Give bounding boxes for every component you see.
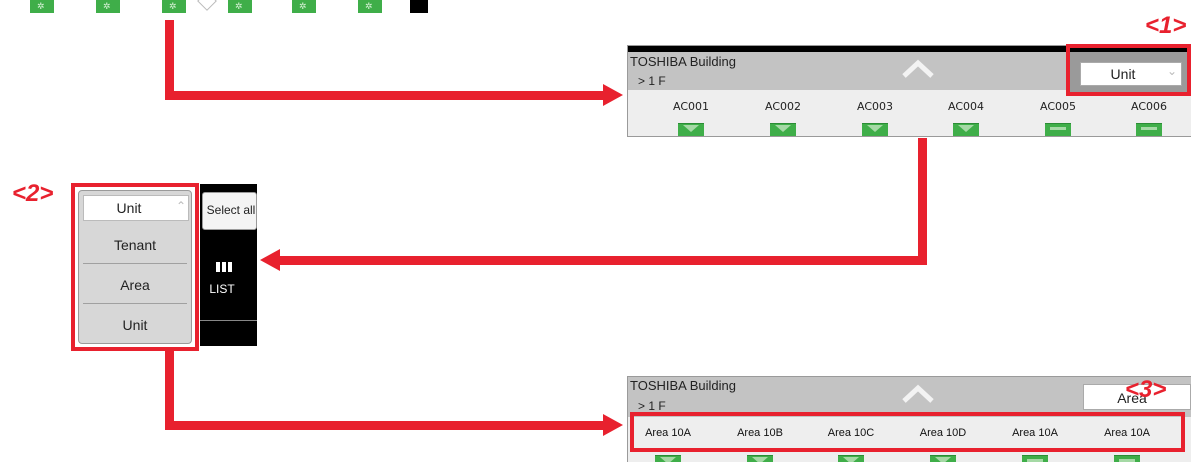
building-title: TOSHIBA Building — [630, 54, 736, 69]
highlight-box-1 — [1066, 44, 1191, 96]
arrow-right-icon — [603, 414, 623, 436]
triangle-down-icon — [683, 125, 699, 132]
triangle-down-icon — [843, 457, 859, 462]
unit-status-icon[interactable] — [770, 123, 796, 136]
highlight-box-3 — [630, 412, 1185, 452]
grid-icon — [216, 262, 232, 272]
list-label: LIST — [209, 282, 235, 296]
unit-label[interactable]: AC006 — [1114, 100, 1184, 113]
list-button[interactable]: LIST — [202, 232, 257, 316]
unit-icon[interactable]: ✲ — [30, 0, 54, 13]
side-panel: Select all LIST — [200, 184, 257, 346]
unit-icon[interactable]: ✲ — [162, 0, 186, 13]
bar-icon — [1141, 127, 1157, 130]
fan-icon: ✲ — [299, 1, 307, 11]
top-strip: ✲ ✲ ✲ ✲ ✲ ✲ — [0, 0, 430, 13]
diamond-icon — [197, 0, 217, 11]
chevron-up-icon[interactable] — [901, 58, 935, 80]
unit-icon[interactable]: ✲ — [358, 0, 382, 13]
highlight-box-2 — [71, 183, 199, 351]
callout-2: <2> — [12, 180, 54, 207]
select-all-button[interactable]: Select all — [202, 192, 257, 230]
building-title: TOSHIBA Building — [630, 378, 736, 393]
unit-icon[interactable]: ✲ — [96, 0, 120, 13]
unit-icon[interactable]: ✲ — [228, 0, 252, 13]
strip-black-block — [410, 0, 428, 13]
arrow-right-icon — [603, 84, 623, 106]
triangle-down-icon — [660, 457, 676, 462]
unit-label[interactable]: AC001 — [656, 100, 726, 113]
unit-label[interactable]: AC003 — [840, 100, 910, 113]
fan-icon: ✲ — [103, 1, 111, 11]
fan-icon: ✲ — [37, 1, 45, 11]
unit-status-icon[interactable] — [1045, 123, 1071, 136]
unit-status-icon[interactable] — [862, 123, 888, 136]
unit-status-icon[interactable] — [1136, 123, 1162, 136]
connector-line — [280, 256, 927, 265]
unit-status-icon[interactable] — [678, 123, 704, 136]
chevron-up-icon[interactable] — [901, 383, 935, 405]
triangle-down-icon — [775, 125, 791, 132]
select-all-label: Select all — [206, 203, 256, 217]
fan-icon: ✲ — [365, 1, 373, 11]
arrow-left-icon — [260, 249, 280, 271]
callout-3: <3> — [1125, 376, 1167, 403]
unit-label[interactable]: AC002 — [748, 100, 818, 113]
connector-line — [918, 138, 927, 265]
triangle-down-icon — [752, 457, 768, 462]
side-divider — [200, 320, 257, 321]
unit-status-icon[interactable] — [953, 123, 979, 136]
connector-line — [165, 421, 605, 430]
triangle-down-icon — [935, 457, 951, 462]
bar-icon — [1050, 127, 1066, 130]
unit-icon[interactable]: ✲ — [292, 0, 316, 13]
fan-icon: ✲ — [169, 1, 177, 11]
unit-label[interactable]: AC004 — [931, 100, 1001, 113]
connector-line — [165, 351, 174, 430]
triangle-down-icon — [867, 125, 883, 132]
callout-1: <1> — [1145, 12, 1187, 39]
unit-label[interactable]: AC005 — [1023, 100, 1093, 113]
fan-icon: ✲ — [235, 1, 243, 11]
connector-line — [165, 20, 174, 100]
triangle-down-icon — [958, 125, 974, 132]
floor-label: > 1 F — [638, 74, 666, 88]
floor-label: > 1 F — [638, 399, 666, 413]
connector-line — [165, 91, 605, 100]
